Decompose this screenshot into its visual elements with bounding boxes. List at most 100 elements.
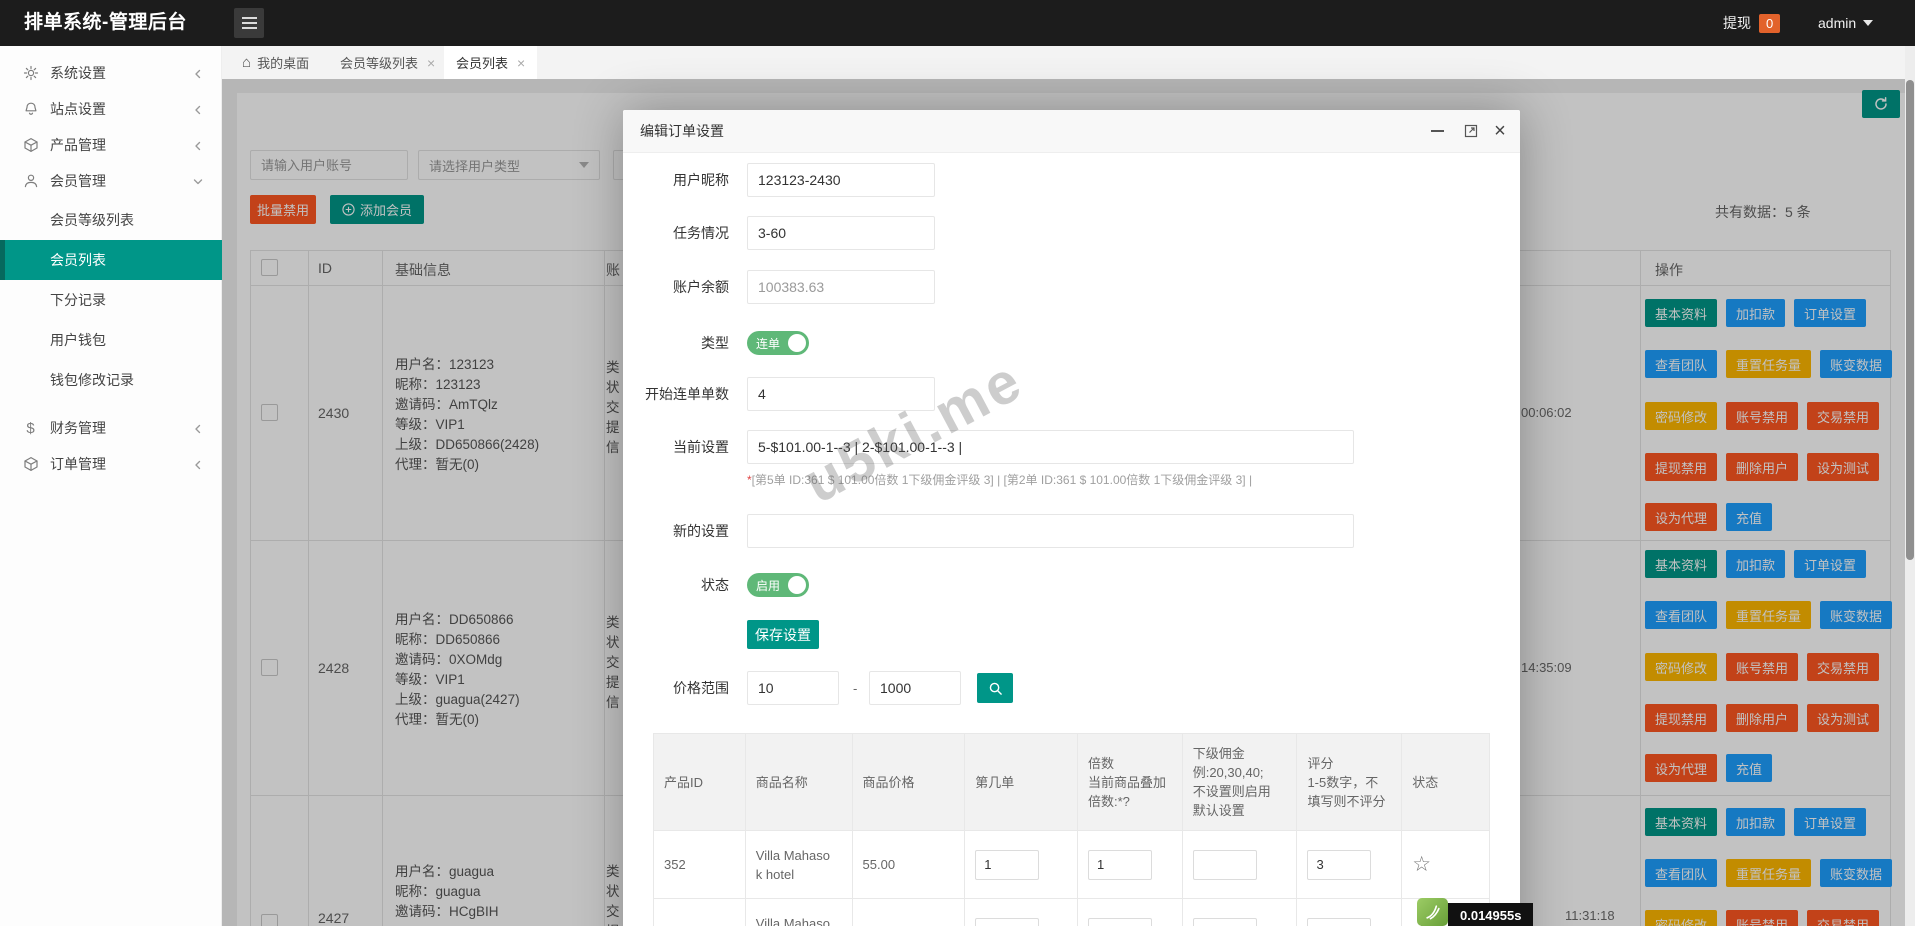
settings-hint: *[第5单 ID:361 $ 101.00倍数 1下级佣金评级 3] | [第2…	[747, 471, 1252, 488]
type-toggle[interactable]: 连单	[747, 331, 809, 355]
sidebar-item-user-wallet[interactable]: 用户钱包	[0, 320, 222, 360]
multiple-input[interactable]	[1087, 849, 1152, 880]
balance-input[interactable]	[747, 270, 935, 304]
status-toggle[interactable]: 启用	[747, 573, 809, 597]
chevron-left-icon	[192, 139, 204, 151]
product-id: 353	[654, 899, 746, 926]
topbar: 排单系统-管理后台 提现 0 admin	[0, 0, 1915, 46]
tab-member-level-list[interactable]: 会员等级列表 ×	[328, 46, 447, 79]
search-products-button[interactable]	[977, 673, 1013, 703]
col-product-id: 产品ID	[654, 734, 746, 830]
tab-label: 我的桌面	[257, 56, 310, 71]
current-settings-label: 当前设置	[673, 439, 729, 455]
toggle-label: 启用	[756, 578, 781, 593]
minimize-icon[interactable]	[1429, 123, 1445, 139]
sidebar-item-finance-management[interactable]: $ 财务管理	[0, 410, 222, 446]
sidebar: 系统设置 站点设置 产品管理 会员管理 会员等级列表 会员列表 下分记录 用户钱…	[0, 46, 222, 926]
chevron-left-icon	[192, 103, 204, 115]
debug-trace-icon[interactable]	[1417, 898, 1448, 926]
star-icon[interactable]: ☆	[1412, 854, 1431, 875]
toggle-knob	[788, 334, 806, 352]
rating-input[interactable]	[1307, 917, 1372, 926]
close-icon[interactable]: ×	[427, 56, 435, 70]
task-status-label: 任务情况	[673, 225, 729, 241]
sidebar-item-member-management[interactable]: 会员管理	[0, 163, 222, 199]
col-product-name: 商品名称	[746, 734, 853, 830]
sidebar-item-product-management[interactable]: 产品管理	[0, 127, 222, 163]
new-settings-input[interactable]	[747, 514, 1354, 548]
sidebar-item-label: 会员列表	[50, 252, 106, 268]
products-table-header: 产品ID 商品名称 商品价格 第几单 倍数 当前商品叠加 倍数:*? 下级佣金 …	[654, 734, 1489, 830]
user-menu[interactable]: admin	[1818, 0, 1874, 46]
col-commission: 下级佣金 例:20,30,40; 不设置则启用 默认设置	[1183, 734, 1298, 830]
tab-label: 会员等级列表	[340, 56, 419, 71]
balance-label: 账户余额	[673, 279, 729, 295]
sidebar-item-label: 会员等级列表	[50, 212, 134, 228]
start-chain-count-input[interactable]	[747, 377, 935, 411]
withdraw-menu[interactable]: 提现 0	[1723, 0, 1781, 46]
hamburger-menu-icon[interactable]	[234, 8, 264, 38]
modal-header: 编辑订单设置 ×	[623, 110, 1520, 153]
hint-text: [第5单 ID:361 $ 101.00倍数 1下级佣金评级 3] | [第2单…	[751, 473, 1253, 487]
price-range-label: 价格范围	[673, 680, 729, 696]
price-min-input[interactable]	[747, 671, 839, 705]
product-name: Villa Mahaso k hotel	[746, 899, 853, 926]
box-icon	[22, 456, 39, 473]
sidebar-item-member-list[interactable]: 会员列表	[0, 240, 222, 280]
scrollbar-thumb[interactable]	[1906, 80, 1914, 560]
save-settings-button[interactable]: 保存设置	[747, 620, 819, 649]
nickname-input[interactable]	[747, 163, 935, 197]
scrollbar-track[interactable]	[1905, 46, 1915, 926]
sidebar-item-label: 产品管理	[50, 137, 106, 153]
sidebar-item-wallet-change-records[interactable]: 钱包修改记录	[0, 360, 222, 400]
cube-icon	[22, 137, 39, 154]
price-max-input[interactable]	[869, 671, 961, 705]
product-price: 55.00	[853, 831, 966, 898]
toggle-label: 连单	[756, 336, 781, 351]
new-settings-label: 新的设置	[673, 523, 729, 539]
sidebar-item-order-management[interactable]: 订单管理	[0, 446, 222, 482]
tab-label: 会员列表	[456, 56, 509, 71]
close-icon[interactable]: ×	[1492, 121, 1508, 141]
commission-input[interactable]	[1192, 849, 1257, 880]
sidebar-item-member-level-list[interactable]: 会员等级列表	[0, 200, 222, 240]
sidebar-item-downscore-records[interactable]: 下分记录	[0, 280, 222, 320]
sidebar-item-label: 下分记录	[50, 292, 106, 308]
home-icon: ⌂	[242, 54, 252, 71]
tab-my-desktop[interactable]: ⌂ 我的桌面	[230, 46, 321, 79]
order-number-input[interactable]	[975, 849, 1040, 880]
sidebar-item-site-settings[interactable]: 站点设置	[0, 91, 222, 127]
commission-input[interactable]	[1192, 917, 1257, 926]
close-icon[interactable]: ×	[517, 56, 525, 70]
rating-input[interactable]	[1307, 849, 1372, 880]
product-name: Villa Mahaso k hotel	[746, 831, 853, 898]
sidebar-item-label: 系统设置	[50, 65, 106, 81]
multiple-input[interactable]	[1087, 917, 1152, 926]
product-row: 353 Villa Mahaso k hotel 60.30 ☆	[654, 898, 1489, 926]
sidebar-item-label: 会员管理	[50, 173, 106, 189]
edit-order-settings-modal: 编辑订单设置 × 用户昵称 任务情况 账户余额 类型 连单	[623, 110, 1520, 926]
type-label: 类型	[701, 335, 729, 351]
chevron-down-icon	[1863, 20, 1874, 31]
sidebar-item-label: 钱包修改记录	[50, 372, 134, 388]
tabs-bar: ⌂ 我的桌面 会员等级列表 × 会员列表 ×	[222, 46, 1915, 79]
status-label: 状态	[701, 577, 729, 593]
current-settings-input[interactable]	[747, 430, 1354, 464]
app-title: 排单系统-管理后台	[24, 12, 187, 33]
modal-title: 编辑订单设置	[640, 123, 724, 139]
col-rating: 评分 1-5数字，不 填写则不评分	[1297, 734, 1403, 830]
search-icon	[989, 682, 1002, 695]
col-product-price: 商品价格	[853, 734, 966, 830]
tab-member-list[interactable]: 会员列表 ×	[444, 46, 538, 79]
col-multiple: 倍数 当前商品叠加 倍数:*?	[1078, 734, 1183, 830]
sidebar-item-label: 站点设置	[50, 101, 106, 117]
order-number-input[interactable]	[975, 917, 1040, 926]
start-chain-count-label: 开始连单单数	[645, 386, 729, 402]
product-price: 60.30	[853, 899, 966, 926]
username: admin	[1818, 15, 1857, 31]
task-status-input[interactable]	[747, 216, 935, 250]
sidebar-item-label: 订单管理	[50, 456, 106, 472]
sidebar-item-system-settings[interactable]: 系统设置	[0, 55, 222, 91]
maximize-icon[interactable]	[1463, 123, 1479, 139]
dollar-icon: $	[26, 419, 35, 437]
